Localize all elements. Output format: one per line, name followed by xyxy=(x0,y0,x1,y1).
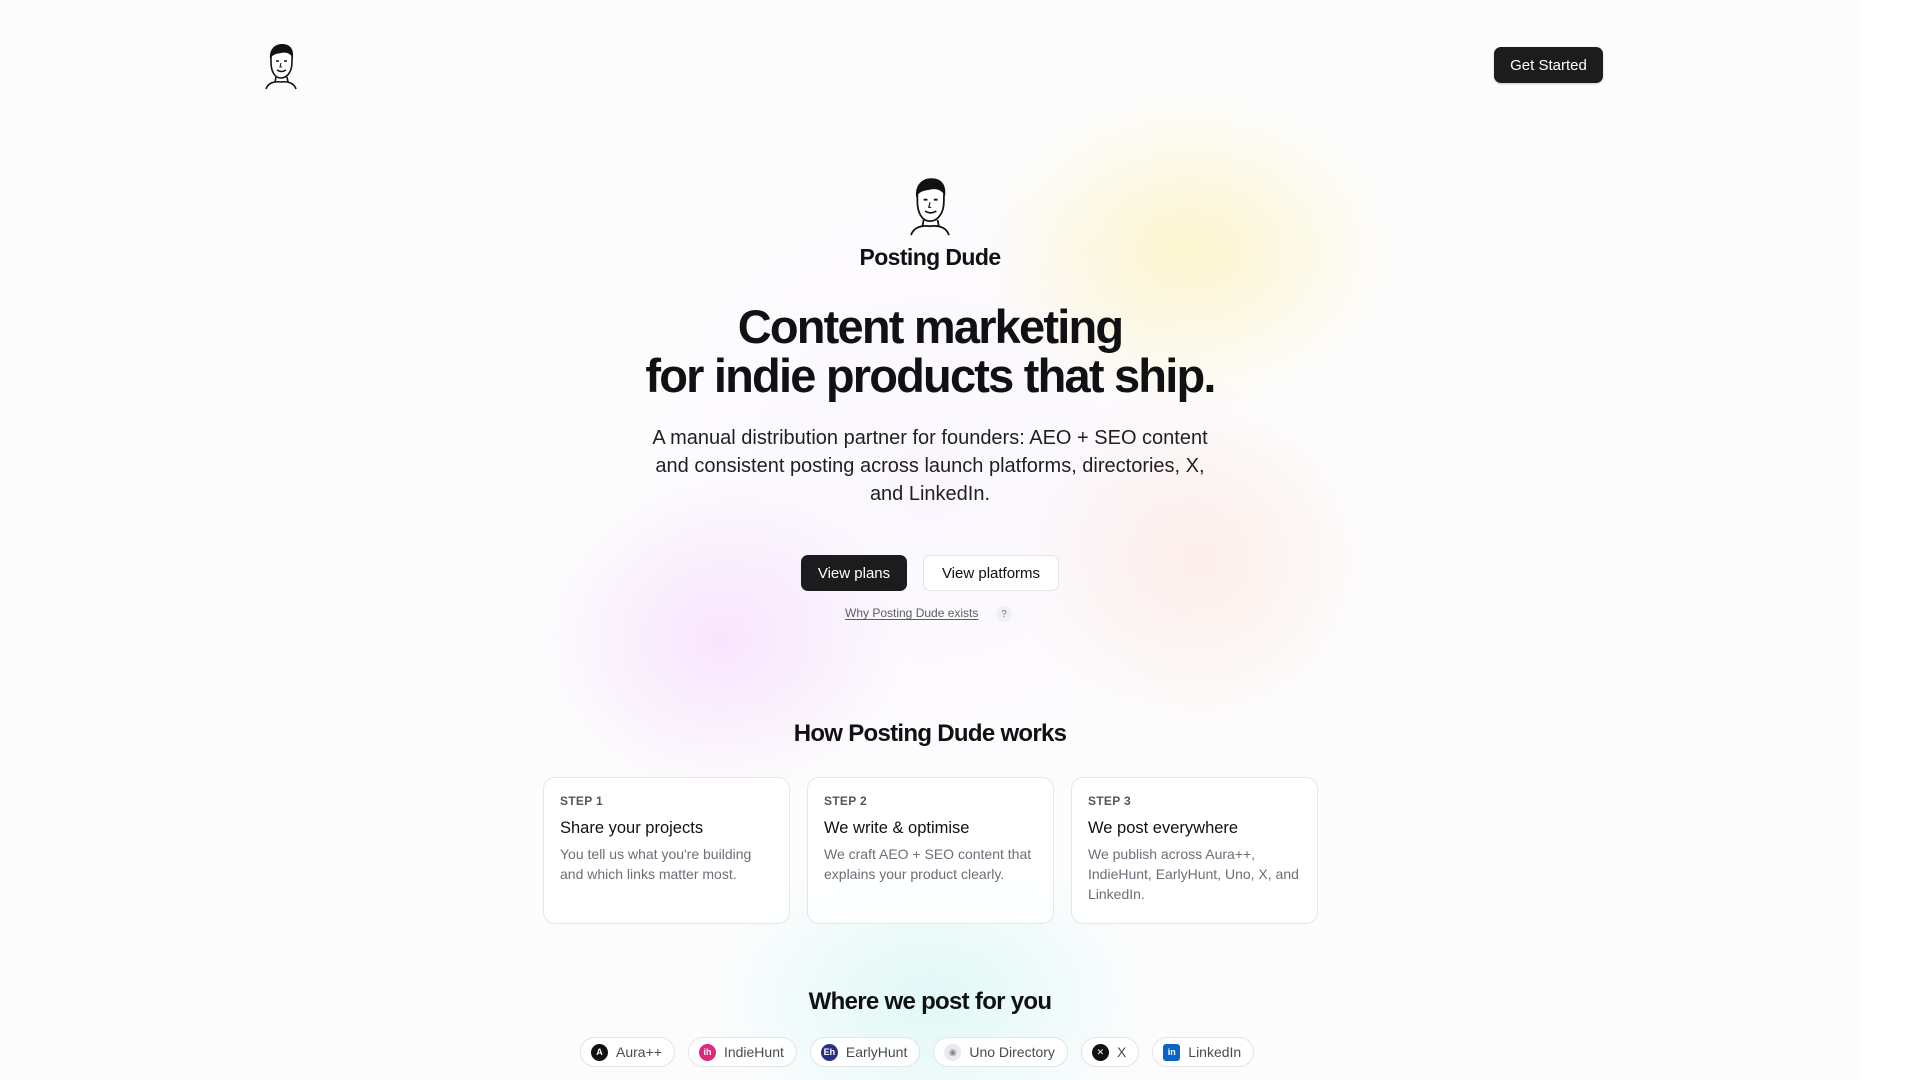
why-posting-dude-exists-link[interactable]: Why Posting Dude exists xyxy=(845,606,978,620)
step-title: We write & optimise xyxy=(824,819,970,837)
x-logo-icon: ✕ xyxy=(1091,1043,1109,1061)
headline-line-1: Content marketing xyxy=(737,300,1124,353)
platform-name: EarlyHunt xyxy=(845,1044,908,1060)
step-title: We post everywhere xyxy=(1088,819,1239,837)
how-it-works-title: How Posting Dude works xyxy=(793,720,1067,747)
uno-directory-icon: ◉ xyxy=(944,1043,962,1061)
landing-page: Get Started Posting Dude Content marketi… xyxy=(0,0,1860,1080)
steps-list: STEP 1 Share your projects You tell us w… xyxy=(543,777,1318,924)
platform-pill-aura[interactable]: A Aura++ xyxy=(580,1037,675,1067)
platform-pill-linkedin[interactable]: in LinkedIn xyxy=(1152,1037,1255,1067)
step-card: STEP 3 We post everywhere We publish acr… xyxy=(1071,777,1318,924)
get-started-button[interactable]: Get Started xyxy=(1494,47,1603,83)
indiehunt-icon: ih xyxy=(698,1043,716,1061)
step-label: STEP 2 xyxy=(824,794,867,808)
aura-icon: A xyxy=(591,1043,608,1061)
view-platforms-button[interactable]: View platforms xyxy=(923,555,1059,591)
headline-line-2: for indie products that ship. xyxy=(645,349,1216,402)
help-icon[interactable]: ? xyxy=(996,606,1012,622)
platform-name: LinkedIn xyxy=(1188,1044,1242,1060)
step-card: STEP 2 We write & optimise We craft AEO … xyxy=(807,777,1054,924)
dude-face-icon xyxy=(906,172,954,240)
platform-pill-indiehunt[interactable]: ih IndieHunt xyxy=(687,1037,797,1067)
dude-face-icon[interactable] xyxy=(262,42,300,90)
platform-pill-uno-directory[interactable]: ◉ Uno Directory xyxy=(933,1037,1068,1067)
view-plans-button[interactable]: View plans xyxy=(801,555,907,591)
step-title: Share your projects xyxy=(560,819,704,837)
platform-pill-earlyhunt[interactable]: Eh EarlyHunt xyxy=(809,1037,921,1067)
linkedin-icon: in xyxy=(1163,1043,1181,1061)
step-card: STEP 1 Share your projects You tell us w… xyxy=(543,777,790,924)
step-label: STEP 1 xyxy=(560,794,603,808)
step-description: We craft AEO + SEO content that explains… xyxy=(824,846,1032,882)
earlyhunt-icon: Eh xyxy=(820,1043,838,1061)
platform-name: IndieHunt xyxy=(723,1044,784,1060)
where-we-post-title: Where we post for you xyxy=(808,988,1052,1015)
platform-name: Aura++ xyxy=(616,1044,662,1060)
step-label: STEP 3 xyxy=(1088,794,1131,808)
step-description: We publish across Aura++, IndieHunt, Ear… xyxy=(1088,846,1299,902)
platform-list: A Aura++ ih IndieHunt Eh EarlyHunt ◉ Uno… xyxy=(580,1037,1255,1067)
step-description: You tell us what you're building and whi… xyxy=(560,846,752,882)
brand-name: Posting Dude xyxy=(859,244,1001,270)
platform-pill-x[interactable]: ✕ X xyxy=(1080,1037,1140,1067)
window-edge xyxy=(1860,0,1920,1080)
platform-name: X xyxy=(1116,1044,1127,1060)
platform-name: Uno Directory xyxy=(969,1044,1055,1060)
hero-headline: Content marketing for indie products tha… xyxy=(0,302,1860,400)
hero-subheading: A manual distribution partner for founde… xyxy=(652,427,1208,505)
